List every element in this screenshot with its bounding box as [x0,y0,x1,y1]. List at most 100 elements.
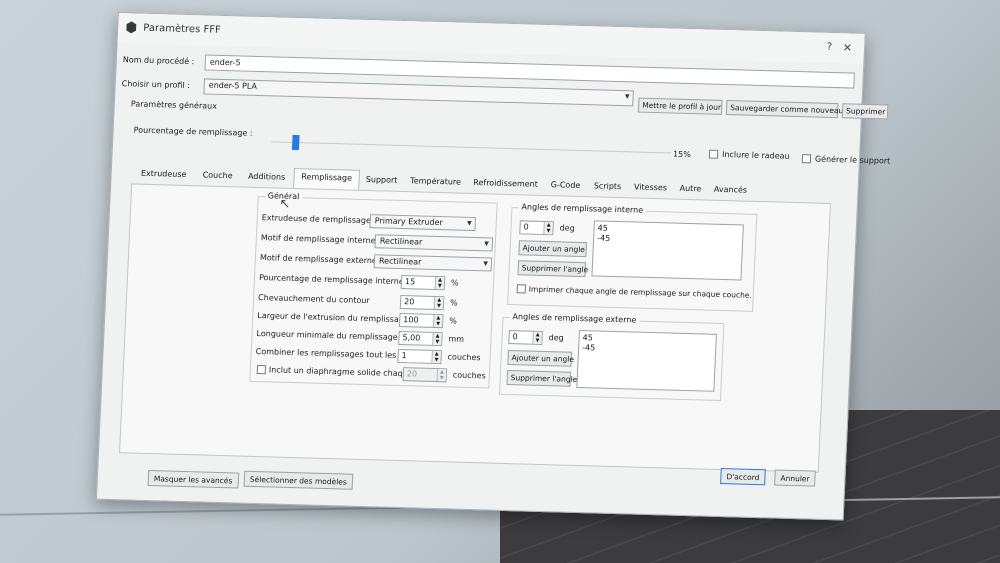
spin-arrows-icon[interactable]: ▲ ▼ [431,350,441,364]
generate-support-checkbox[interactable] [801,154,812,164]
combine-infill-spinbox[interactable]: 1 ▲ ▼ [397,348,442,365]
profile-label: Choisir un profil : [121,79,191,91]
unit-layers: couches [452,370,486,381]
min-length-value: 5,00 [402,333,421,343]
internal-angles-group: Angles de remplissage interne 0 ▲ ▼ deg A… [507,202,758,312]
internal-pattern-label: Motif de remplissage interne [260,233,376,246]
spin-arrows-icon[interactable]: ▲ ▼ [432,332,442,346]
delete-profile-button[interactable]: Supprimer [841,103,889,120]
solid-diaphragm-spinbox[interactable]: 20 ▲ ▼ [402,367,448,383]
tab-autre[interactable]: Autre [673,181,708,200]
spin-arrows-icon[interactable]: ▲ ▼ [543,221,553,235]
unit-percent: % [450,278,459,288]
internal-angle-value: 0 [523,222,529,232]
overlap-spinbox[interactable]: 20 ▲ ▼ [399,294,445,311]
profile-select-value: ender-5 PLA [208,80,258,91]
unit-layers: couches [447,352,481,363]
spin-arrows-icon[interactable]: ▲ ▼ [433,296,444,310]
print-each-angle-label: Imprimer chaque angle de remplissage sur… [528,284,753,300]
remove-external-angle-button[interactable]: Supprimer l'angle [506,370,577,387]
include-raft-label: Inclure le radeau [721,149,790,161]
infill-slider-track[interactable] [271,141,672,154]
internal-percentage-label: Pourcentage de remplissage interne [258,273,404,287]
spin-arrows-icon[interactable]: ▲ ▼ [436,369,447,382]
tab-additions[interactable]: Additions [239,168,294,187]
infill-extruder-value: Primary Extruder [374,216,443,228]
spin-arrows-icon[interactable]: ▲ ▼ [432,314,443,328]
infill-general-group: Général Extrudeuse de remplissage Primar… [249,191,498,389]
tab-avances[interactable]: Avancés [707,182,754,201]
tab-vitesses[interactable]: Vitesses [627,179,674,198]
unit-mm: mm [448,334,465,344]
infill-slider-handle[interactable] [291,134,300,151]
close-icon[interactable]: ✕ [843,41,853,54]
external-angles-list[interactable]: 45 -45 [576,329,717,392]
remove-internal-angle-button[interactable]: Supprimer l'angle [517,260,588,278]
solid-diaphragm-checkbox[interactable] [256,365,267,375]
infill-tab-panel: Général Extrudeuse de remplissage Primar… [118,183,831,473]
extrusion-width-spinbox[interactable]: 100 ▲ ▼ [398,312,444,329]
infill-extruder-select[interactable]: Primary Extruder ▼ [369,214,477,232]
process-name-label: Nom du procédé : [122,55,195,67]
external-angles-title: Angles de remplissage externe [509,312,640,325]
cancel-button[interactable]: Annuler [774,469,816,487]
print-each-angle-checkbox[interactable] [516,284,526,294]
select-models-button[interactable]: Sélectionner des modèles [243,470,354,490]
tab-support[interactable]: Support [359,172,404,191]
extrusion-width-value: 100 [403,315,419,325]
chevron-down-icon: ▼ [484,240,489,248]
internal-angle-unit: deg [559,223,575,233]
infill-percentage-value: 15% [672,149,692,160]
internal-angles-title: Angles de remplissage interne [518,202,647,215]
mouse-cursor-icon: ↖ [279,196,291,212]
internal-percentage-value: 15 [404,277,416,287]
profile-select[interactable]: ender-5 PLA ▼ [203,78,634,107]
external-pattern-label: Motif de remplissage externe [259,253,378,266]
tab-refroidissement[interactable]: Refroidissement [467,175,544,195]
external-pattern-value: Rectilinear [378,256,422,267]
app-logo-icon [126,21,137,33]
infill-percentage-label: Pourcentage de remplissage : [133,125,253,138]
solid-diaphragm-value: 20 [406,369,418,379]
unit-percent: % [449,316,458,326]
spin-arrows-icon[interactable]: ▲ ▼ [434,276,445,290]
internal-pattern-select[interactable]: Rectilinear ▼ [374,234,494,252]
external-angle-spinbox[interactable]: 0 ▲ ▼ [508,330,543,345]
extrusion-width-label: Largeur de l'extrusion du remplissage [257,311,410,325]
internal-percentage-spinbox[interactable]: 15 ▲ ▼ [400,275,446,291]
update-profile-button[interactable]: Mettre le profil à jour [637,97,723,115]
save-as-new-button[interactable]: Sauvegarder comme nouveau [725,100,843,119]
tab-extrudeuse[interactable]: Extrudeuse [131,165,196,185]
tab-scripts[interactable]: Scripts [587,178,628,197]
chevron-down-icon: ▼ [466,219,472,227]
combine-infill-value: 1 [401,351,407,361]
spin-arrows-icon[interactable]: ▲ ▼ [532,331,542,344]
generate-support-label: Générer le support [814,154,891,166]
window-title: Paramètres FFF [143,22,221,36]
add-internal-angle-button[interactable]: Ajouter un angle [518,240,587,258]
min-length-label: Longueur minimale du remplissage [256,328,398,342]
include-raft-checkbox[interactable] [708,149,719,159]
chevron-down-icon: ▼ [624,93,630,101]
tab-temperature[interactable]: Température [403,173,468,193]
infill-extruder-label: Extrudeuse de remplissage [261,213,372,226]
tab-remplissage[interactable]: Remplissage [293,167,361,190]
overlap-label: Chevauchement du contour [257,293,370,306]
external-angle-unit: deg [548,333,564,343]
add-external-angle-button[interactable]: Ajouter un angle [507,350,574,367]
help-icon[interactable]: ? [826,42,832,53]
ok-button[interactable]: D'accord [720,468,766,486]
combine-infill-label: Combiner les remplissages tout les [255,346,397,360]
min-length-spinbox[interactable]: 5,00 ▲ ▼ [398,330,443,347]
overlap-value: 20 [403,297,415,307]
solid-diaphragm-label: Inclut un diaphragme solide chaque [268,365,413,379]
tab-couche[interactable]: Couche [195,167,240,186]
internal-angles-list[interactable]: 45 -45 [591,220,744,281]
hide-advanced-button[interactable]: Masquer les avancés [147,470,239,489]
chevron-down-icon: ▼ [483,260,489,268]
external-angle-value: 0 [512,332,518,342]
tab-gcode[interactable]: G-Code [543,177,588,196]
internal-angle-spinbox[interactable]: 0 ▲ ▼ [519,220,554,236]
external-pattern-select[interactable]: Rectilinear ▼ [373,254,493,272]
internal-pattern-value: Rectilinear [379,236,423,247]
